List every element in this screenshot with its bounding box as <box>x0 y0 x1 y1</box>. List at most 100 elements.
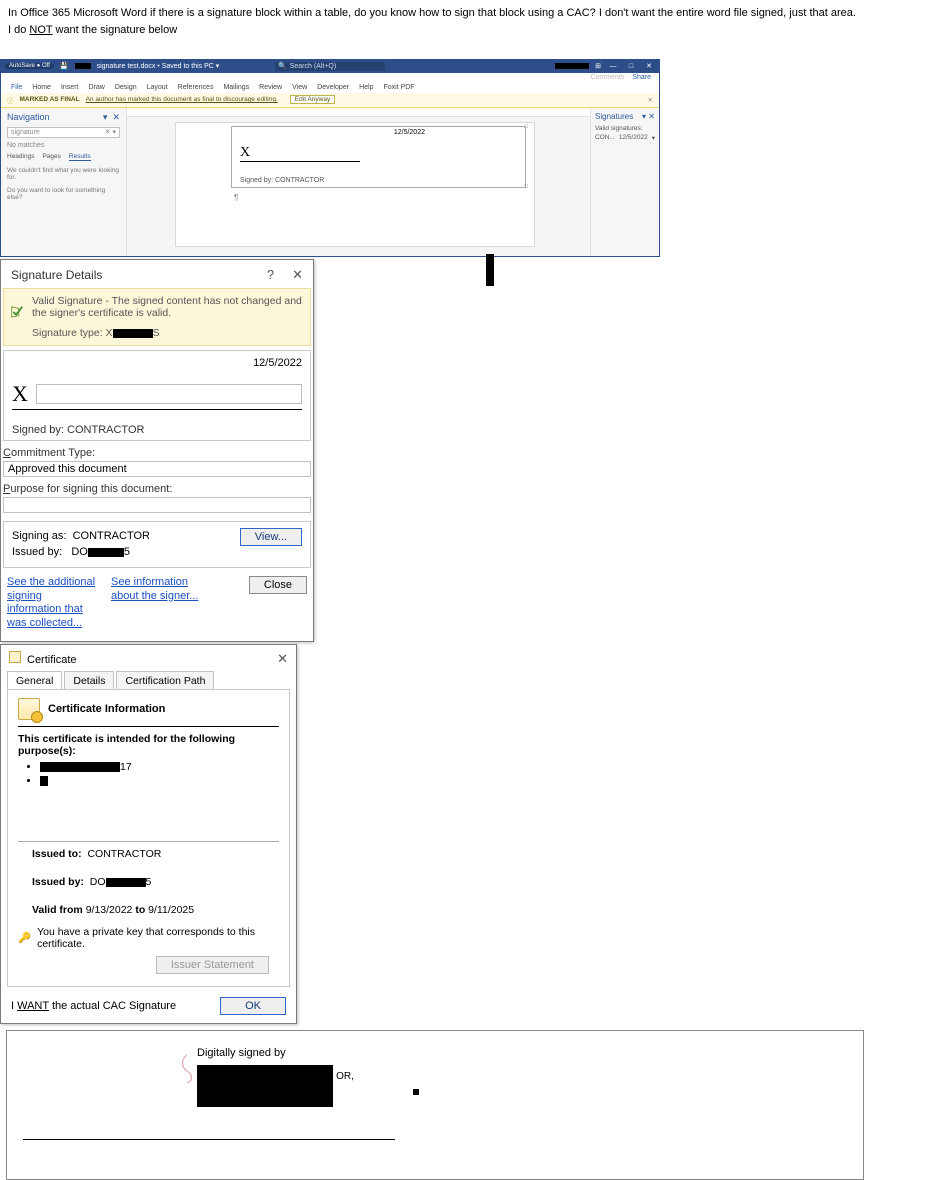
nav-search-input[interactable]: signature ✕ ▾ <box>7 127 120 138</box>
tab-references[interactable]: References <box>178 84 214 91</box>
edit-anyway-button[interactable]: Edit Anyway <box>290 95 335 104</box>
ruler <box>127 108 590 117</box>
sigpane-dropdown-icon[interactable]: ▾ <box>642 112 646 121</box>
sigtype-label: Signature type: X <box>32 327 113 339</box>
tab-mailings[interactable]: Mailings <box>223 84 249 91</box>
sigpane-entry[interactable]: CON... 12/5/2022 ▾ <box>595 134 655 142</box>
tab-help[interactable]: Help <box>359 84 373 91</box>
cert-close-button[interactable]: ✕ <box>277 651 288 667</box>
sigpane-entry-name: CON... <box>595 134 615 142</box>
comments-button[interactable]: Comments <box>590 74 624 81</box>
table-handle[interactable]: □ <box>524 124 528 130</box>
nav-tab-headings[interactable]: Headings <box>7 153 34 161</box>
sigpane-close-icon[interactable]: ✕ <box>648 112 655 121</box>
valid-signature-banner: Valid Signature - The signed content has… <box>3 288 311 346</box>
nav-search-clear-icon[interactable]: ✕ ▾ <box>105 128 116 136</box>
tab-draw[interactable]: Draw <box>88 84 104 91</box>
sig-line <box>240 161 360 162</box>
tab-foxit[interactable]: Foxit PDF <box>383 84 414 91</box>
sigpane-entry-date: 12/5/2022 <box>619 134 648 142</box>
post-line2-a: I do <box>8 24 29 36</box>
cert-purpose-2-redact <box>40 776 48 786</box>
signature-unknown-dot <box>413 1089 419 1095</box>
msgbar-close[interactable]: ✕ <box>648 96 653 104</box>
signing-as-label: Signing as: <box>12 530 66 542</box>
nav-close-icon[interactable]: ✕ <box>112 112 120 122</box>
signature-or-text: OR, <box>336 1071 354 1082</box>
msgbar-label: MARKED AS FINAL <box>20 96 80 103</box>
sig-signed-by: Signed by: CONTRACTOR <box>240 177 324 184</box>
tab-layout[interactable]: Layout <box>147 84 168 91</box>
dlg-title-text: Signature Details <box>11 268 102 282</box>
table-resize[interactable]: □ <box>524 184 528 190</box>
search-box[interactable]: 🔍 Search (Alt+Q) <box>275 62 385 71</box>
link-additional-info[interactable]: See the additional signing information t… <box>7 576 97 631</box>
cert-tab-general[interactable]: General <box>7 671 62 689</box>
issued-by-v2: 5 <box>124 546 130 558</box>
nav-dropdown-icon[interactable]: ▾ <box>103 112 108 122</box>
sigtype-redact <box>113 329 153 338</box>
search-icon: 🔍 <box>278 62 287 70</box>
commitment-label: Commitment Type: <box>3 447 311 459</box>
cert-window-icon <box>9 651 21 663</box>
tab-home[interactable]: Home <box>32 84 51 91</box>
cert-issued-by-redact <box>106 878 146 887</box>
view-button[interactable]: View... <box>240 528 302 546</box>
signature-table-cell[interactable]: 12/5/2022 X Signed by: CONTRACTOR □ □ <box>231 126 526 188</box>
close-button[interactable]: Close <box>249 576 307 594</box>
nav-tab-results[interactable]: Results <box>69 153 91 161</box>
app-grid-icon[interactable]: ⊞ <box>595 62 601 70</box>
preview-date: 12/5/2022 <box>12 357 302 369</box>
tab-developer[interactable]: Developer <box>317 84 349 91</box>
dlg-close-button[interactable]: ✕ <box>292 267 303 283</box>
sig-date: 12/5/2022 <box>394 129 425 136</box>
cert-divider-2 <box>18 841 279 842</box>
commitment-field[interactable]: Approved this document <box>3 461 311 477</box>
cert-purpose-1-redact <box>40 762 120 772</box>
signature-image-field[interactable] <box>36 384 302 404</box>
tab-view[interactable]: View <box>292 84 307 91</box>
preview-underline <box>12 409 302 410</box>
nav-tab-pages[interactable]: Pages <box>42 153 60 161</box>
signatures-pane: Signatures ▾ ✕ Valid signatures: CON... … <box>591 108 659 256</box>
autosave-toggle[interactable]: AutoSave ● Off <box>5 63 54 69</box>
cert-tab-path[interactable]: Certification Path <box>116 671 214 689</box>
save-icon[interactable]: 💾 <box>60 62 69 70</box>
digital-signature-stamp: Digitally signed by OR, <box>185 1047 354 1107</box>
word-app-window: AutoSave ● Off 💾 signature test.docx • S… <box>0 59 660 257</box>
signing-as-value: CONTRACTOR <box>73 530 150 542</box>
tab-file[interactable]: File <box>11 84 22 91</box>
cert-issued-by: Issued by: DO5 <box>32 876 279 888</box>
post-line2-b: want the signature below <box>52 24 177 36</box>
nav-search-value: signature <box>11 129 40 136</box>
share-button[interactable]: Share <box>632 74 651 81</box>
want-statement: I WANT the actual CAC Signature <box>11 1000 176 1012</box>
titlebar-redact <box>75 63 91 69</box>
tab-insert[interactable]: Insert <box>61 84 79 91</box>
desired-signature-box: Digitally signed by OR, <box>6 1030 864 1180</box>
sigpane-valid-label: Valid signatures: <box>595 125 655 132</box>
link-signer-info[interactable]: See information about the signer... <box>111 576 201 631</box>
maximize-button[interactable]: □ <box>625 63 637 70</box>
ok-button[interactable]: OK <box>220 997 286 1015</box>
close-window-button[interactable]: ✕ <box>643 62 655 70</box>
cert-tab-details[interactable]: Details <box>64 671 114 689</box>
tab-design[interactable]: Design <box>115 84 137 91</box>
sigpane-title: Signatures <box>595 112 633 121</box>
digitally-signed-by-label: Digitally signed by <box>197 1047 354 1059</box>
document-canvas[interactable]: 12/5/2022 X Signed by: CONTRACTOR □ □ ¶ <box>127 108 591 256</box>
dlg-help-button[interactable]: ? <box>267 267 274 283</box>
text-caret-mark <box>486 254 494 286</box>
sigpane-entry-dropdown-icon[interactable]: ▾ <box>652 134 655 142</box>
document-page: 12/5/2022 X Signed by: CONTRACTOR □ □ ¶ <box>175 122 535 247</box>
nav-msg2: Do you want to look for something else? <box>7 187 120 201</box>
minimize-button[interactable]: — <box>607 63 619 70</box>
signature-details-dialog: Signature Details ? ✕ Valid Signature - … <box>0 259 314 642</box>
cert-valid-range: Valid from 9/13/2022 to 9/11/2025 <box>32 904 279 916</box>
purpose-field[interactable] <box>3 497 311 513</box>
doc-title[interactable]: signature test.docx • Saved to this PC ▾ <box>97 62 220 70</box>
info-icon: ⓘ <box>7 95 14 105</box>
signature-swirl-icon <box>179 1053 195 1083</box>
issued-by-v1: DO <box>71 546 88 558</box>
tab-review[interactable]: Review <box>259 84 282 91</box>
